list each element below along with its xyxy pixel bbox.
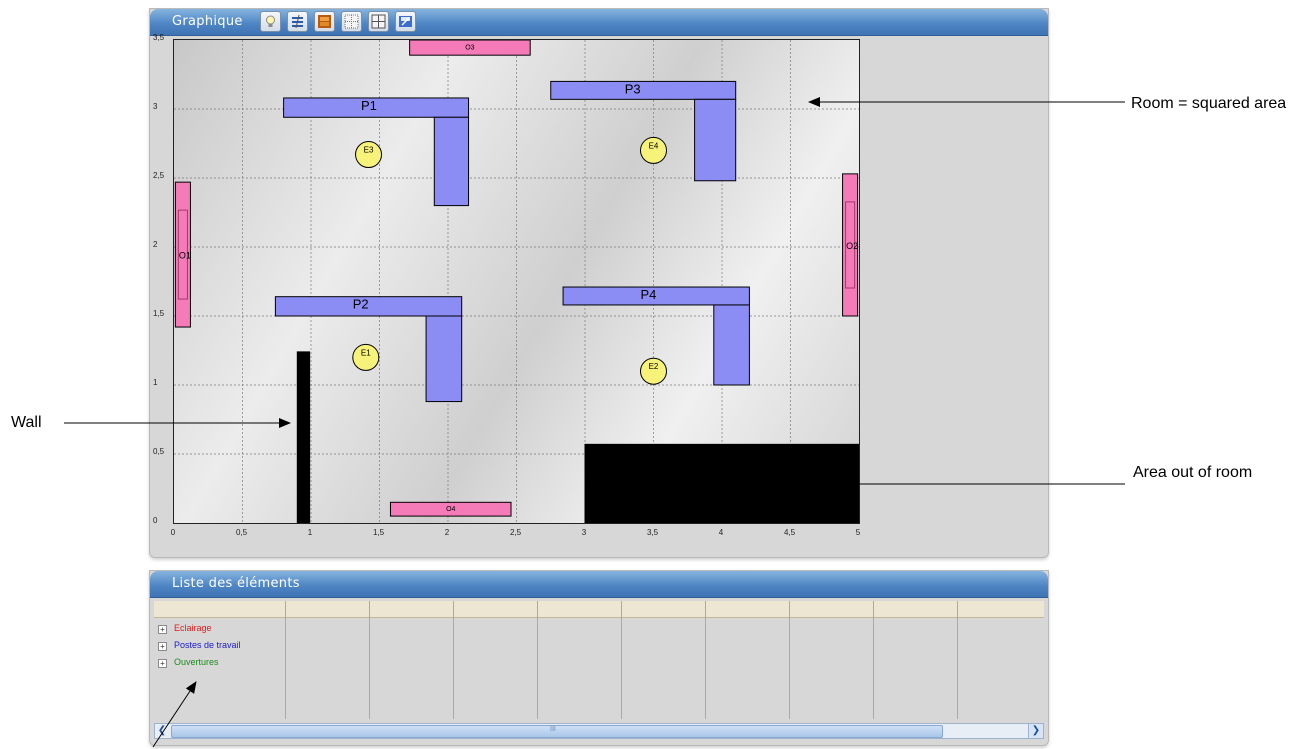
- list-arrow: [152, 681, 197, 748]
- annotation-arrows: [64, 97, 1125, 748]
